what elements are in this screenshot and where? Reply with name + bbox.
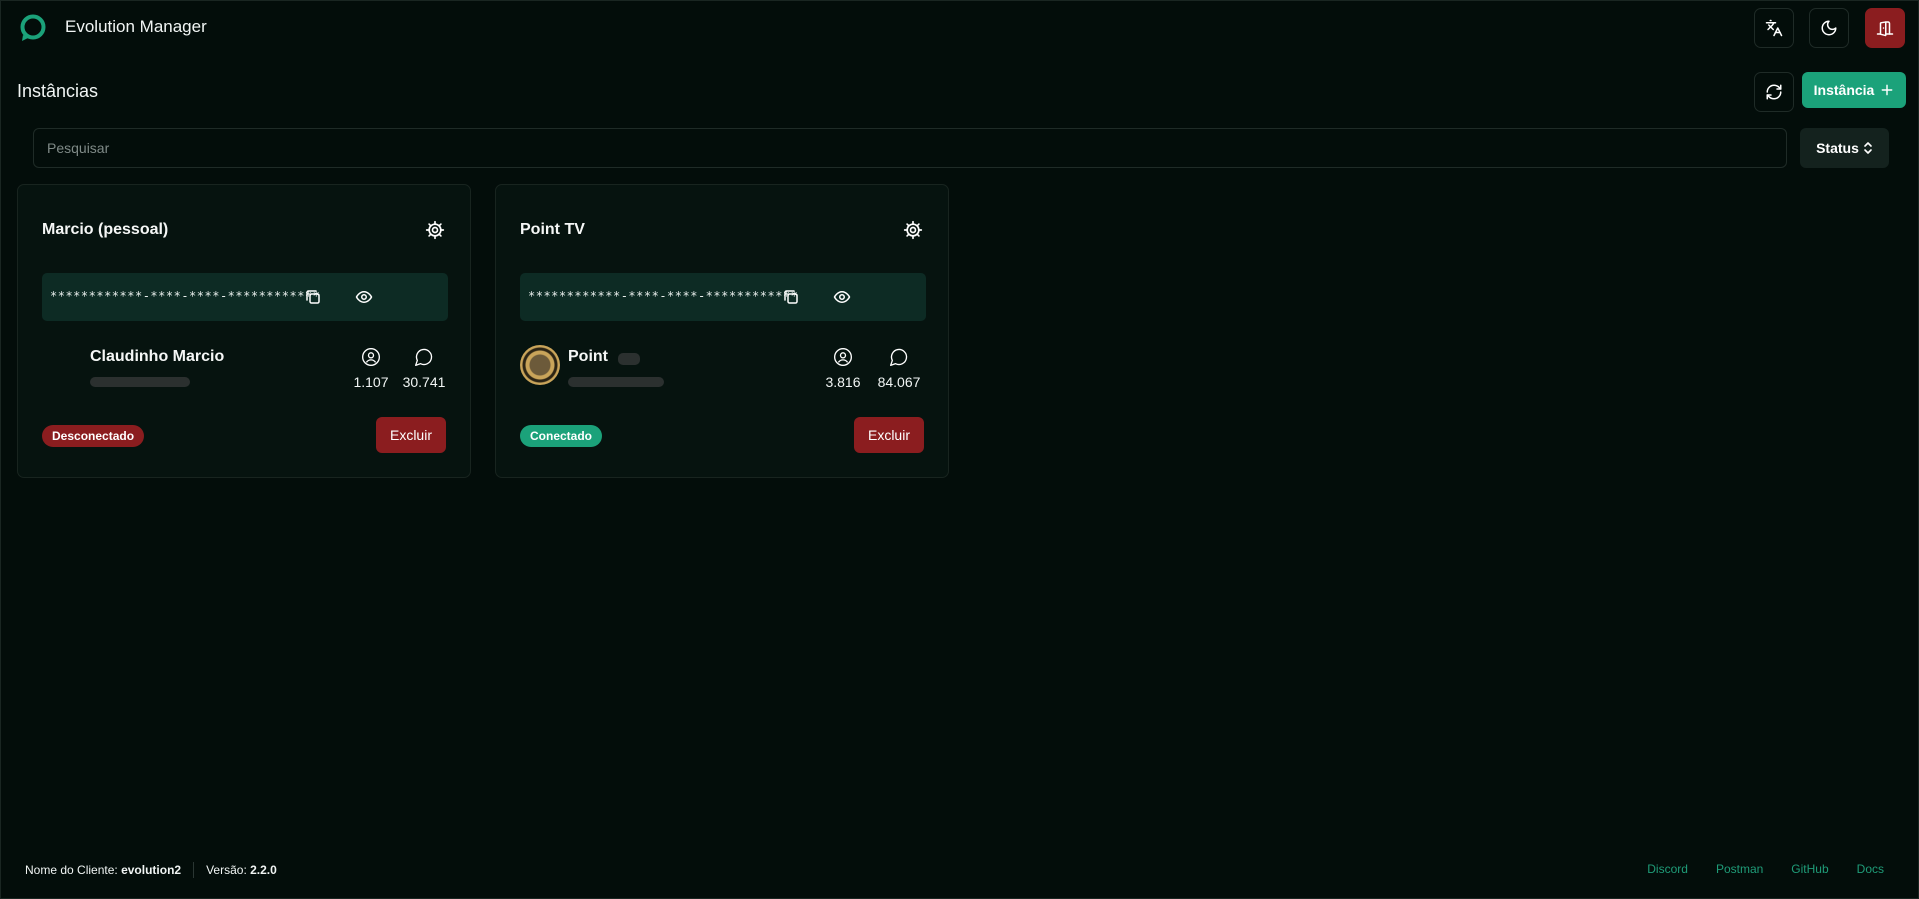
discord-link[interactable]: Discord <box>1647 862 1688 876</box>
moon-icon <box>1821 20 1837 36</box>
copy-icon[interactable] <box>304 288 322 306</box>
avatar <box>520 345 560 385</box>
instance-name: Point TV <box>520 221 585 238</box>
delete-button[interactable]: Excluir <box>854 417 924 453</box>
copy-icon[interactable] <box>782 288 800 306</box>
token-field: ************-****-****-************ <box>42 273 448 321</box>
version-value: 2.2.0 <box>250 863 277 877</box>
search-input[interactable] <box>33 128 1787 168</box>
footer-divider <box>193 862 195 878</box>
refresh-button[interactable] <box>1754 72 1794 112</box>
new-instance-button[interactable]: Instância <box>1802 72 1906 108</box>
instance-name: Marcio (pessoal) <box>42 221 169 238</box>
postman-link[interactable]: Postman <box>1716 862 1763 876</box>
page-title: Instâncias <box>17 81 99 101</box>
docs-link[interactable]: Docs <box>1857 862 1884 876</box>
footer-info: Nome do Cliente: evolution2 Versão: 2.2.… <box>25 862 277 878</box>
redacted-phone-number <box>90 377 190 387</box>
status-filter-label: Status <box>1816 140 1859 156</box>
chat-icon <box>890 348 908 366</box>
gear-icon <box>903 220 923 240</box>
redacted-phone-number <box>568 377 664 387</box>
new-instance-label: Instância <box>1813 82 1875 98</box>
redacted-profile-name <box>618 353 640 365</box>
eye-icon[interactable] <box>833 288 851 306</box>
gear-icon <box>425 220 445 240</box>
github-link[interactable]: GitHub <box>1791 862 1828 876</box>
chats-count: 30.741 <box>402 374 446 390</box>
chats-count: 84.067 <box>877 374 921 390</box>
settings-button[interactable] <box>902 219 924 241</box>
theme-toggle-button[interactable] <box>1809 8 1849 48</box>
logout-button[interactable] <box>1865 8 1905 48</box>
contacts-icon <box>362 348 380 366</box>
version-label: Versão: <box>206 863 247 877</box>
top-bar: Evolution Manager <box>1 1 1918 55</box>
contacts-icon <box>834 348 852 366</box>
chat-icon <box>415 348 433 366</box>
settings-button[interactable] <box>424 219 446 241</box>
instance-card: Marcio (pessoal) ************-****-****-… <box>17 184 471 478</box>
client-label: Nome do Cliente: <box>25 863 118 877</box>
token-value: ************-****-****-************ <box>50 289 321 303</box>
app-title: Evolution Manager <box>65 17 207 36</box>
door-icon <box>1876 21 1894 37</box>
chevron-up-down-icon <box>1864 142 1872 154</box>
eye-icon[interactable] <box>355 288 373 306</box>
contacts-count: 1.107 <box>353 374 389 390</box>
language-button[interactable] <box>1754 8 1794 48</box>
contacts-count: 3.816 <box>825 374 861 390</box>
footer-links: Discord Postman GitHub Docs <box>1647 862 1884 876</box>
profile-name: Claudinho Marcio <box>90 348 225 365</box>
instance-card: Point TV ************-****-****-********… <box>495 184 949 478</box>
status-badge: Conectado <box>520 425 603 447</box>
status-filter-button[interactable]: Status <box>1800 128 1889 168</box>
chat-bubble-logo-icon <box>20 14 46 41</box>
token-value: ************-****-****-************ <box>528 289 799 303</box>
token-field: ************-****-****-************ <box>520 273 926 321</box>
plus-icon <box>1881 84 1893 96</box>
refresh-icon <box>1766 84 1782 100</box>
client-name: evolution2 <box>121 863 182 877</box>
delete-button[interactable]: Excluir <box>376 417 446 453</box>
status-badge: Desconectado <box>42 425 145 447</box>
language-icon <box>1765 19 1783 37</box>
profile-name: Point <box>568 348 608 365</box>
